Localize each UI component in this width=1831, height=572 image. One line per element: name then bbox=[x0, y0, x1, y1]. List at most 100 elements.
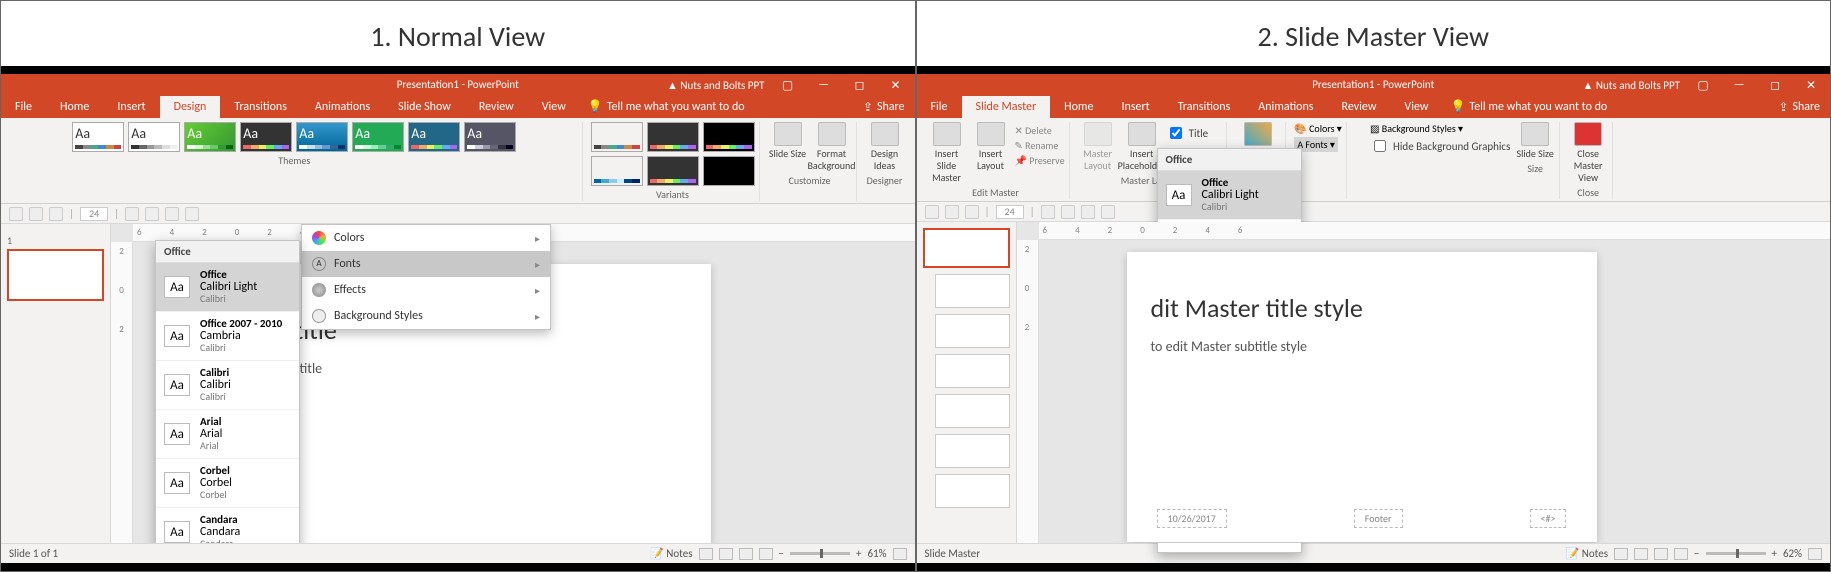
view-sorter-icon[interactable] bbox=[1634, 548, 1648, 560]
zoom-level[interactable]: 62% bbox=[1783, 547, 1802, 560]
theme-thumb[interactable]: Aa bbox=[128, 122, 180, 152]
layout-thumbnail[interactable] bbox=[935, 354, 1010, 388]
account-label[interactable]: ▲ Nuts and Bolts PPT bbox=[1582, 79, 1680, 92]
view-reading-icon[interactable] bbox=[739, 548, 753, 560]
design-ideas-button[interactable]: Design Ideas bbox=[865, 122, 905, 172]
theme-thumb[interactable]: Aa bbox=[408, 122, 460, 152]
zoom-level[interactable]: 61% bbox=[867, 547, 886, 560]
arrange-icon[interactable] bbox=[1101, 205, 1115, 219]
notes-toggle[interactable]: 📝 Notes bbox=[650, 547, 692, 560]
tab-file[interactable]: File bbox=[1, 96, 46, 118]
view-normal-icon[interactable] bbox=[699, 548, 713, 560]
variant-thumb[interactable] bbox=[703, 122, 755, 152]
tab-slide-master[interactable]: Slide Master bbox=[962, 96, 1051, 118]
tab-transitions[interactable]: Transitions bbox=[220, 96, 301, 118]
theme-thumb[interactable]: Aa bbox=[464, 122, 516, 152]
theme-thumb[interactable]: Aa bbox=[240, 122, 292, 152]
layout-thumbnail[interactable] bbox=[935, 274, 1010, 308]
layout-thumbnail[interactable] bbox=[935, 314, 1010, 348]
theme-thumb[interactable]: Aa bbox=[72, 122, 124, 152]
tab-review[interactable]: Review bbox=[465, 96, 528, 118]
font-scheme-item[interactable]: AaOfficeCalibri LightCalibri bbox=[1158, 171, 1301, 220]
fit-to-window-icon[interactable] bbox=[1808, 548, 1822, 560]
align-center-icon[interactable] bbox=[145, 207, 159, 221]
master-subtitle-placeholder[interactable]: to edit Master subtitle style bbox=[1151, 338, 1573, 355]
slidenum-placeholder[interactable]: <#> bbox=[1530, 509, 1567, 528]
theme-thumb[interactable]: Aa bbox=[184, 122, 236, 152]
variant-thumb[interactable] bbox=[647, 156, 699, 186]
close-icon[interactable]: ✕ bbox=[1798, 78, 1824, 93]
zoom-in-icon[interactable]: + bbox=[1772, 547, 1777, 560]
hide-bg-checkbox[interactable]: Hide Background Graphics bbox=[1370, 137, 1510, 155]
variant-thumb[interactable] bbox=[647, 122, 699, 152]
tell-me[interactable]: 💡 Tell me what you want to do bbox=[588, 96, 745, 118]
bold-icon[interactable] bbox=[945, 205, 959, 219]
tab-design[interactable]: Design bbox=[160, 96, 221, 118]
italic-icon[interactable] bbox=[965, 205, 979, 219]
zoom-slider[interactable] bbox=[790, 552, 850, 555]
master-canvas[interactable]: dit Master title style to edit Master su… bbox=[1127, 252, 1597, 542]
bg-styles-dropdown[interactable]: ▨ Background Styles ▾ bbox=[1370, 122, 1463, 135]
align-left-icon[interactable] bbox=[1041, 205, 1055, 219]
menu-colors[interactable]: Colors▸ bbox=[302, 225, 550, 251]
font-scheme-item[interactable]: AaCandaraCandaraCandara bbox=[156, 508, 299, 543]
tab-insert[interactable]: Insert bbox=[1108, 96, 1164, 118]
shapes-icon[interactable] bbox=[1081, 205, 1095, 219]
shapes-icon[interactable] bbox=[165, 207, 179, 221]
tab-animations[interactable]: Animations bbox=[301, 96, 384, 118]
delete-button[interactable]: ✕ Delete bbox=[1015, 124, 1065, 137]
tab-home[interactable]: Home bbox=[1050, 96, 1107, 118]
title-checkbox[interactable]: Title bbox=[1166, 124, 1223, 142]
layout-thumbnail[interactable] bbox=[935, 474, 1010, 508]
maximize-icon[interactable]: ◻ bbox=[847, 78, 873, 93]
minimize-icon[interactable]: — bbox=[1726, 78, 1752, 92]
tab-review[interactable]: Review bbox=[1328, 96, 1391, 118]
ribbon-options-icon[interactable]: ▢ bbox=[775, 78, 801, 93]
format-background-button[interactable]: Format Background bbox=[812, 122, 852, 172]
font-scheme-item[interactable]: AaCalibriCalibriCalibri bbox=[156, 361, 299, 410]
menu-effects[interactable]: Effects▸ bbox=[302, 277, 550, 303]
variant-thumb[interactable] bbox=[591, 156, 643, 186]
preserve-button[interactable]: 📌 Preserve bbox=[1015, 154, 1065, 167]
theme-thumb[interactable]: Aa bbox=[296, 122, 348, 152]
rename-button[interactable]: ✎ Rename bbox=[1015, 139, 1065, 152]
theme-thumb[interactable]: Aa bbox=[352, 122, 404, 152]
share-button[interactable]: ⇪ Share bbox=[1768, 96, 1830, 118]
tell-me[interactable]: 💡 Tell me what you want to do bbox=[1450, 96, 1607, 118]
view-reading-icon[interactable] bbox=[1654, 548, 1668, 560]
font-size-input[interactable] bbox=[80, 207, 108, 221]
font-scheme-item[interactable]: AaOfficeCalibri LightCalibri bbox=[156, 263, 299, 312]
layout-thumbnail[interactable] bbox=[935, 434, 1010, 468]
variant-thumb[interactable] bbox=[703, 156, 755, 186]
tab-home[interactable]: Home bbox=[46, 96, 103, 118]
view-normal-icon[interactable] bbox=[1614, 548, 1628, 560]
slide-size-button[interactable]: Slide Size bbox=[768, 122, 808, 172]
tab-animations[interactable]: Animations bbox=[1244, 96, 1327, 118]
align-left-icon[interactable] bbox=[125, 207, 139, 221]
ribbon-options-icon[interactable]: ▢ bbox=[1690, 78, 1716, 93]
master-layout-button[interactable]: Master Layout bbox=[1078, 122, 1118, 172]
master-thumbnail[interactable] bbox=[923, 228, 1010, 268]
notes-toggle[interactable]: 📝 Notes bbox=[1566, 547, 1608, 560]
view-slideshow-icon[interactable] bbox=[759, 548, 773, 560]
menu-fonts[interactable]: AFonts▸ bbox=[302, 251, 550, 277]
colors-dropdown[interactable]: 🎨 Colors ▾ bbox=[1294, 122, 1341, 135]
tab-slideshow[interactable]: Slide Show bbox=[384, 96, 465, 118]
close-icon[interactable]: ✕ bbox=[883, 78, 909, 93]
slide-thumbnail[interactable] bbox=[7, 249, 104, 301]
fit-to-window-icon[interactable] bbox=[893, 548, 907, 560]
view-sorter-icon[interactable] bbox=[719, 548, 733, 560]
italic-icon[interactable] bbox=[49, 207, 63, 221]
menu-background-styles[interactable]: Background Styles▸ bbox=[302, 303, 550, 329]
tab-insert[interactable]: Insert bbox=[103, 96, 159, 118]
maximize-icon[interactable]: ◻ bbox=[1762, 78, 1788, 93]
insert-layout-button[interactable]: Insert Layout bbox=[971, 122, 1011, 184]
slide-size-button[interactable]: Slide Size bbox=[1515, 122, 1555, 160]
zoom-in-icon[interactable]: + bbox=[856, 547, 861, 560]
master-title-placeholder[interactable]: dit Master title style bbox=[1151, 292, 1573, 324]
font-size-input[interactable] bbox=[996, 205, 1024, 219]
zoom-out-icon[interactable]: − bbox=[1694, 547, 1699, 560]
paste-icon[interactable] bbox=[9, 207, 23, 221]
share-button[interactable]: ⇪ Share bbox=[853, 96, 915, 118]
variant-thumb[interactable] bbox=[591, 122, 643, 152]
